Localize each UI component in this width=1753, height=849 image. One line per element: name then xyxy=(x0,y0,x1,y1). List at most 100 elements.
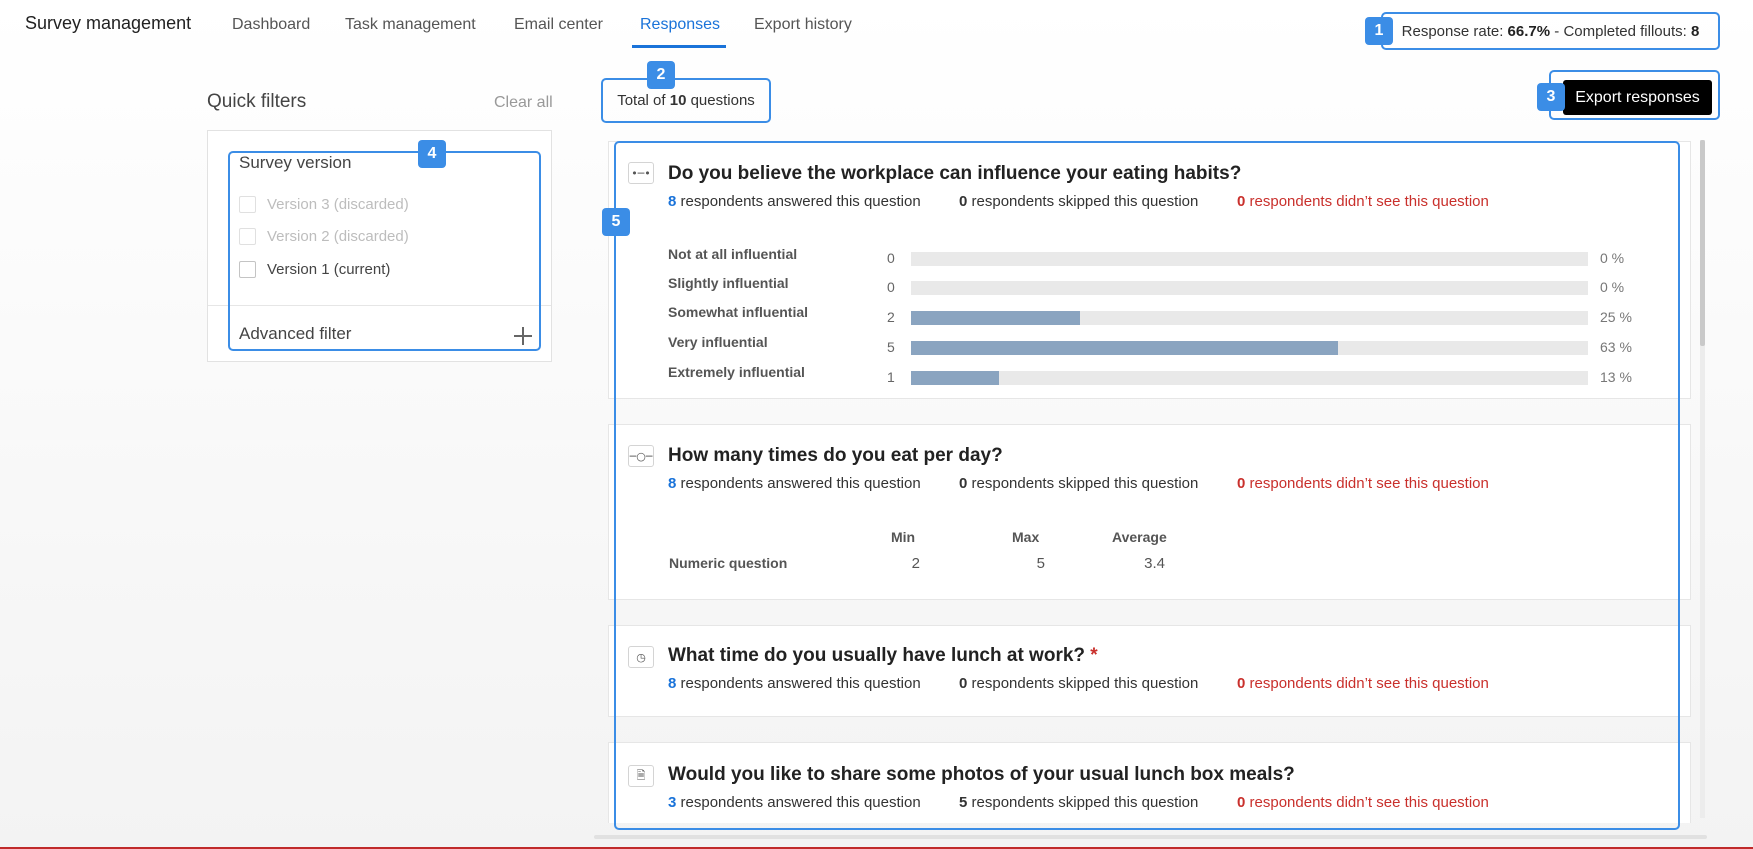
quick-filters-title: Quick filters xyxy=(207,91,307,112)
option-label: Not at all influential xyxy=(668,246,798,262)
answered-text: respondents answered this question xyxy=(680,193,921,210)
not-seen-stat: 0 respondents didn’t see this question xyxy=(1237,475,1489,492)
question-title: Do you believe the workplace can influen… xyxy=(668,163,1242,184)
version-2-checkbox xyxy=(239,228,256,245)
max-header: Max xyxy=(1012,529,1040,545)
response-rate-label: Response rate: xyxy=(1401,22,1504,40)
version-2-option: Version 2 (discarded) xyxy=(239,228,409,245)
version-1-label[interactable]: Version 1 (current) xyxy=(267,261,390,278)
clock-icon: ◷ xyxy=(628,646,654,668)
marker-4: 4 xyxy=(418,140,446,168)
tab-dashboard[interactable]: Dashboard xyxy=(232,16,310,34)
question-card: •─• Do you believe the workplace can inf… xyxy=(608,141,1691,399)
skipped-text: respondents skipped this question xyxy=(971,475,1199,492)
option-bar-fill xyxy=(911,371,999,385)
marker-5: 5 xyxy=(602,208,630,236)
plus-icon[interactable] xyxy=(514,327,532,345)
min-value: 2 xyxy=(911,555,920,572)
skipped-stat: 5 respondents skipped this question xyxy=(959,794,1198,811)
version-3-label: Version 3 (discarded) xyxy=(267,196,409,213)
option-label: Very influential xyxy=(668,334,768,350)
not-seen-text: respondents didn’t see this question xyxy=(1249,675,1489,692)
advanced-filter-label[interactable]: Advanced filter xyxy=(239,324,351,344)
option-count: 0 xyxy=(887,250,895,266)
skipped-count: 5 xyxy=(959,794,968,811)
required-mark: * xyxy=(1090,645,1098,666)
not-seen-count: 0 xyxy=(1237,794,1246,811)
app-title: Survey management xyxy=(25,13,192,33)
answered-count: 8 xyxy=(668,675,677,692)
option-percent: 0 % xyxy=(1600,250,1625,266)
skipped-text: respondents skipped this question xyxy=(971,193,1199,210)
clear-all-link[interactable]: Clear all xyxy=(494,94,553,112)
version-3-checkbox xyxy=(239,196,256,213)
average-header: Average xyxy=(1112,529,1167,545)
question-card: ─○─ How many times do you eat per day? 8… xyxy=(608,424,1691,600)
skipped-count: 0 xyxy=(959,475,968,492)
total-suffix: questions xyxy=(690,92,755,109)
tab-email-center[interactable]: Email center xyxy=(514,16,603,34)
not-seen-text: respondents didn’t see this question xyxy=(1249,794,1489,811)
answered-count: 8 xyxy=(668,475,677,492)
total-questions-value: 10 xyxy=(669,92,687,109)
horizontal-scrollbar[interactable] xyxy=(594,835,1707,839)
completed-fillouts-value: 8 xyxy=(1691,22,1700,40)
active-tab-indicator xyxy=(632,45,726,48)
not-seen-count: 0 xyxy=(1237,193,1246,210)
questions-list[interactable]: •─• Do you believe the workplace can inf… xyxy=(608,131,1691,823)
option-percent: 0 % xyxy=(1600,279,1625,295)
numeric-row-label: Numeric question xyxy=(669,555,788,571)
option-count: 5 xyxy=(887,339,895,355)
export-responses-button[interactable]: Export responses xyxy=(1563,80,1712,115)
option-bar-fill xyxy=(911,341,1338,355)
option-count: 2 xyxy=(887,309,895,325)
option-bar-track xyxy=(911,371,1588,385)
tab-export-history[interactable]: Export history xyxy=(754,16,852,34)
response-rate-summary: Response rate: 66.7% - Completed fillout… xyxy=(1381,12,1720,50)
average-value: 3.4 xyxy=(1144,555,1165,572)
skipped-count: 0 xyxy=(959,193,968,210)
file-upload-icon: 🗎 xyxy=(628,765,654,787)
answered-count: 8 xyxy=(668,193,677,210)
total-prefix: Total of xyxy=(617,92,666,109)
tab-task-management[interactable]: Task management xyxy=(345,16,476,34)
question-title: How many times do you eat per day? xyxy=(668,445,1003,466)
numeric-slider-icon: ─○─ xyxy=(628,445,654,467)
question-card: 🗎 Would you like to share some photos of… xyxy=(608,742,1691,823)
version-1-option[interactable]: Version 1 (current) xyxy=(239,261,390,278)
not-seen-stat: 0 respondents didn’t see this question xyxy=(1237,675,1489,692)
min-header: Min xyxy=(891,529,916,545)
vertical-scrollbar-thumb[interactable] xyxy=(1700,140,1705,346)
tab-responses[interactable]: Responses xyxy=(640,16,720,34)
version-2-label: Version 2 (discarded) xyxy=(267,228,409,245)
answered-text: respondents answered this question xyxy=(680,475,921,492)
option-label: Somewhat influential xyxy=(668,304,809,320)
not-seen-count: 0 xyxy=(1237,675,1246,692)
skipped-stat: 0 respondents skipped this question xyxy=(959,675,1198,692)
question-card: ◷ What time do you usually have lunch at… xyxy=(608,625,1691,717)
filter-divider xyxy=(208,305,551,306)
answered-text: respondents answered this question xyxy=(680,794,921,811)
option-bar-track xyxy=(911,252,1588,266)
total-questions-summary: Total of 10 questions xyxy=(601,78,771,123)
skipped-stat: 0 respondents skipped this question xyxy=(959,193,1198,210)
option-percent: 63 % xyxy=(1600,339,1632,355)
not-seen-stat: 0 respondents didn’t see this question xyxy=(1237,794,1489,811)
answered-text: respondents answered this question xyxy=(680,675,921,692)
survey-version-title: Survey version xyxy=(239,153,352,172)
option-label: Extremely influential xyxy=(668,364,805,380)
version-1-checkbox[interactable] xyxy=(239,261,256,278)
question-title-text: What time do you usually have lunch at w… xyxy=(668,645,1086,666)
option-bar-track xyxy=(911,341,1588,355)
completed-fillouts-label: Completed fillouts: xyxy=(1563,22,1687,40)
answered-stat: 8 respondents answered this question xyxy=(668,475,921,492)
not-seen-text: respondents didn’t see this question xyxy=(1249,475,1489,492)
marker-1: 1 xyxy=(1365,17,1393,45)
question-title: Would you like to share some photos of y… xyxy=(668,764,1295,785)
stats-separator: - xyxy=(1550,22,1564,40)
option-bar-track xyxy=(911,281,1588,295)
not-seen-count: 0 xyxy=(1237,475,1246,492)
skipped-stat: 0 respondents skipped this question xyxy=(959,475,1198,492)
response-rate-value: 66.7% xyxy=(1507,22,1551,40)
option-count: 0 xyxy=(887,279,895,295)
